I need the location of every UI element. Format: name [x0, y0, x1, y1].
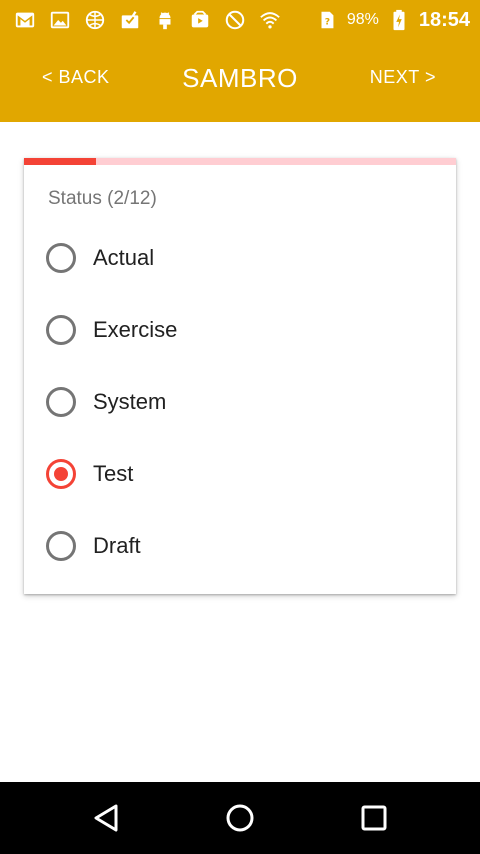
option-system[interactable]: System [46, 374, 436, 430]
option-test[interactable]: Test [46, 446, 436, 502]
home-circle-icon[interactable] [222, 800, 258, 836]
option-label: System [93, 389, 167, 414]
media-icon [189, 9, 211, 31]
do-not-disturb-icon [224, 9, 246, 31]
navigation-bar [0, 782, 480, 854]
next-button[interactable]: NEXT > [370, 67, 436, 88]
option-label: Exercise [93, 317, 178, 342]
notification-icons [14, 9, 281, 31]
svg-text:?: ? [325, 17, 330, 28]
radio-button[interactable] [46, 387, 76, 417]
option-exercise[interactable]: Exercise [46, 302, 436, 358]
question-label: Status (2/12) [48, 188, 157, 209]
radio-button[interactable] [46, 315, 76, 345]
option-draft[interactable]: Draft [46, 518, 436, 574]
status-right: ? 98% 18:54 [316, 9, 470, 32]
question-card: Status (2/12) Actual Exercise System Tes… [24, 158, 456, 594]
radio-button[interactable] [46, 243, 76, 273]
wifi-icon [259, 9, 281, 31]
globe-icon [84, 9, 106, 31]
option-actual[interactable]: Actual [46, 230, 436, 286]
image-icon [49, 9, 71, 31]
status-bar: ? 98% 18:54 [0, 0, 480, 40]
progress-bar [24, 158, 456, 165]
battery-charging-icon [388, 9, 410, 31]
android-icon [154, 9, 176, 31]
radio-button[interactable] [46, 459, 76, 489]
app-bar: < BACK SAMBRO NEXT > [0, 40, 480, 122]
option-label: Draft [93, 533, 141, 558]
option-label: Actual [93, 245, 155, 270]
sim-card-icon: ? [316, 9, 338, 31]
mail-check-icon [119, 9, 141, 31]
recents-square-icon[interactable] [356, 800, 392, 836]
clock: 18:54 [418, 8, 470, 31]
option-label: Test [93, 461, 134, 486]
gmail-icon [14, 9, 36, 31]
back-triangle-icon[interactable] [89, 800, 125, 836]
radio-button[interactable] [46, 531, 76, 561]
battery-percentage: 98% [346, 11, 379, 28]
progress-bar-fill [24, 158, 97, 165]
